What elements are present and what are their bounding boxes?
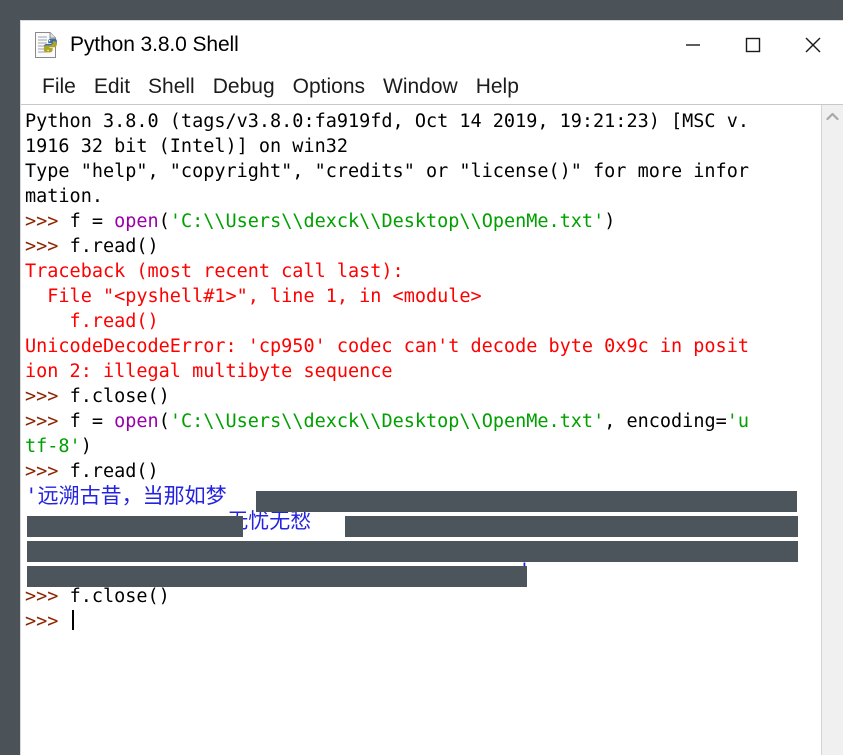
console-line: >>> — [25, 609, 821, 634]
console-line: >>> f = open('C:\\Users\\dexck\\Desktop\… — [25, 409, 821, 434]
output-line: '远溯古昔，当那如梦 — [25, 484, 227, 508]
console-segment: f.read() — [25, 311, 159, 332]
console-segment: f.close() — [69, 586, 170, 607]
shell-body: Python 3.8.0 (tags/v3.8.0:fa919fd, Oct 1… — [21, 105, 843, 755]
desktop-background: Python 3.8.0 Shell File Edit Shell Debug… — [0, 0, 843, 755]
menu-item-help[interactable]: Help — [467, 74, 528, 100]
console-segment: mation. — [25, 186, 103, 207]
console-segment: f.close() — [69, 386, 170, 407]
console-segment: ion 2: illegal multibyte sequence — [25, 361, 393, 382]
console-segment: ( — [158, 211, 170, 232]
console-line: Traceback (most recent call last): — [25, 259, 821, 284]
close-button[interactable] — [783, 21, 843, 69]
console-segment: ) — [604, 211, 616, 232]
console-segment: File "<pyshell#1>", line 1, in <module> — [25, 286, 482, 307]
console-segment: open — [114, 211, 159, 232]
console-segment: ( — [158, 411, 170, 432]
output-line: 无忧无愁 — [25, 509, 312, 533]
console-line: mation. — [25, 184, 821, 209]
file-content-output: '远溯古昔，当那如梦 无忧无愁 ' — [25, 484, 821, 587]
output-line: ' — [25, 559, 531, 583]
console-line: >>> f.close() — [25, 584, 821, 609]
menu-item-debug[interactable]: Debug — [204, 74, 284, 100]
trailing-lines-group: >>> f.close() >>> — [25, 584, 821, 634]
text-cursor — [71, 610, 74, 630]
chevron-up-icon — [826, 112, 839, 120]
python-document-icon — [34, 31, 60, 59]
console-segment: f = — [69, 211, 115, 232]
console-segment: UnicodeDecodeError: 'cp950' codec can't … — [25, 336, 749, 357]
console-segment: >>> — [25, 611, 70, 632]
vertical-scrollbar[interactable] — [821, 105, 843, 755]
console-segment: , encoding= — [604, 411, 727, 432]
console-line: Python 3.8.0 (tags/v3.8.0:fa919fd, Oct 1… — [25, 109, 821, 134]
console-segment: >>> — [25, 211, 70, 232]
console-segment: ) — [80, 436, 92, 457]
console-line: >>> f.close() — [25, 384, 821, 409]
console-segment: 'u — [726, 411, 750, 432]
menu-item-edit[interactable]: Edit — [85, 74, 139, 100]
minimize-button[interactable] — [663, 21, 723, 69]
window-title: Python 3.8.0 Shell — [70, 33, 239, 56]
console-segment: tf-8' — [25, 436, 81, 457]
console-segment: Traceback (most recent call last): — [25, 261, 404, 282]
console-segment: Type "help", "copyright", "credits" or "… — [25, 161, 749, 182]
console-segment: 'C:\\Users\\dexck\\Desktop\\OpenMe.txt' — [169, 411, 605, 432]
console-segment: >>> — [25, 411, 70, 432]
shell-output-area[interactable]: Python 3.8.0 (tags/v3.8.0:fa919fd, Oct 1… — [21, 105, 821, 755]
console-line: UnicodeDecodeError: 'cp950' codec can't … — [25, 334, 821, 359]
maximize-button[interactable] — [723, 21, 783, 69]
console-segment: 'C:\\Users\\dexck\\Desktop\\OpenMe.txt' — [169, 211, 605, 232]
console-segment: open — [114, 411, 159, 432]
console-segment: f = — [69, 411, 115, 432]
menu-item-file[interactable]: File — [33, 74, 85, 100]
menu-item-options[interactable]: Options — [284, 74, 374, 100]
console-segment: >>> — [25, 236, 70, 257]
console-line: >>> f.read() — [25, 234, 821, 259]
scroll-up-button[interactable] — [821, 105, 843, 127]
console-line: tf-8') — [25, 434, 821, 459]
menu-item-window[interactable]: Window — [374, 74, 467, 100]
console-line: >>> f.read() — [25, 459, 821, 484]
console-line: >>> f = open('C:\\Users\\dexck\\Desktop\… — [25, 209, 821, 234]
console-segment: 1916 32 bit (Intel)] on win32 — [25, 136, 349, 157]
console-line: 1916 32 bit (Intel)] on win32 — [25, 134, 821, 159]
console-segment: f.read() — [69, 461, 159, 482]
code-lines-group: Python 3.8.0 (tags/v3.8.0:fa919fd, Oct 1… — [25, 109, 821, 484]
console-segment: >>> — [25, 461, 70, 482]
console-line: f.read() — [25, 309, 821, 334]
scroll-track[interactable] — [821, 127, 843, 755]
console-segment: f.read() — [69, 236, 159, 257]
menu-bar: File Edit Shell Debug Options Window Hel… — [21, 69, 843, 105]
console-segment: >>> — [25, 586, 70, 607]
console-segment: Python 3.8.0 (tags/v3.8.0:fa919fd, Oct 1… — [25, 111, 749, 132]
console-line: Type "help", "copyright", "credits" or "… — [25, 159, 821, 184]
menu-item-shell[interactable]: Shell — [139, 74, 204, 100]
console-line: ion 2: illegal multibyte sequence — [25, 359, 821, 384]
window-titlebar[interactable]: Python 3.8.0 Shell — [21, 21, 843, 69]
python-shell-window: Python 3.8.0 Shell File Edit Shell Debug… — [20, 20, 843, 755]
console-line: File "<pyshell#1>", line 1, in <module> — [25, 284, 821, 309]
console-segment: >>> — [25, 386, 70, 407]
window-controls — [663, 21, 843, 69]
